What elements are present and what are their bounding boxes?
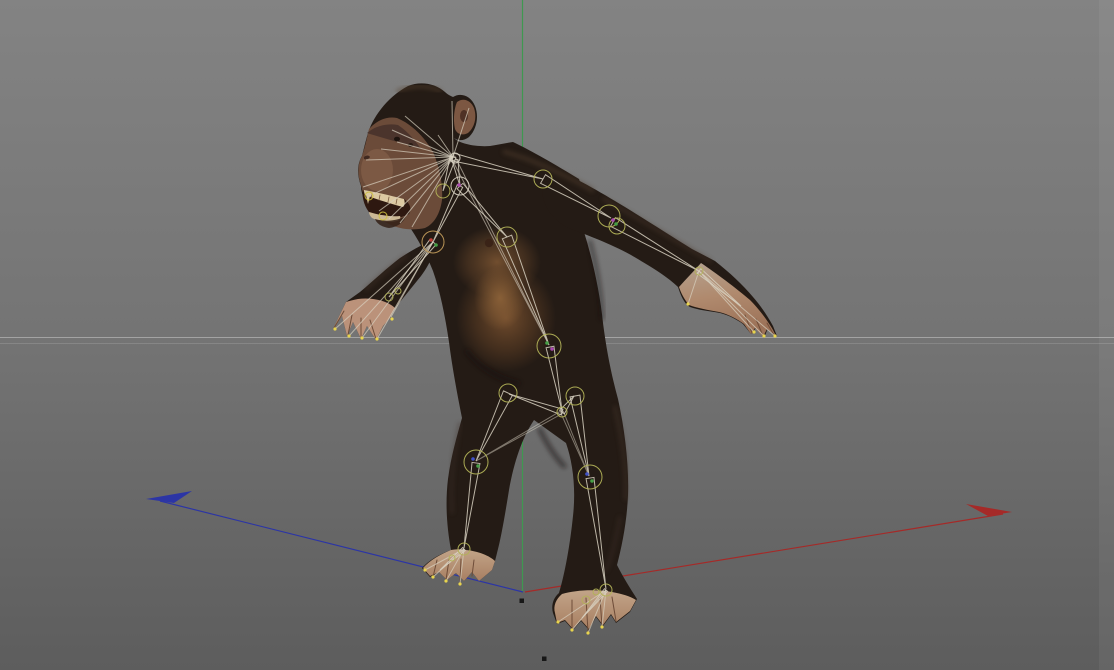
tip-dot [390,317,394,321]
tip-dot [347,334,351,338]
joint-axis-dot [457,183,461,187]
muzzle [361,149,393,191]
tip-dot [444,579,448,583]
tip-dot [752,330,756,334]
x-axis-arrowhead [966,504,1012,516]
tip-dot [360,336,364,340]
pivot-dot[interactable] [519,598,525,604]
joint-axis-dot [429,238,433,242]
right-foot-skin [554,590,636,629]
tip-dot [556,620,560,624]
tip-dot [375,337,379,341]
z-axis-arrowhead [146,491,192,503]
joint-axis-dot [434,243,438,247]
joint-axis-dot [614,222,618,226]
joint-axis-dot [471,457,475,461]
tip-dot [333,327,337,331]
eye-left [394,136,400,142]
tip-dot [686,302,690,306]
tip-dot [431,575,435,579]
tip-dot [423,568,427,572]
tip-dot [773,334,777,338]
joint-axis-dot [476,464,480,468]
tip-dot [570,628,574,632]
tip-dot [600,625,604,629]
joint-axis-dot [611,218,615,222]
joint-axis-dot [590,479,594,483]
tip-dot [762,334,766,338]
scene-svg [0,0,1114,670]
pivot-dot[interactable] [542,656,547,662]
tip-dot [458,582,462,586]
3d-viewport[interactable] [0,0,1114,670]
joint-axis-dot [585,472,589,476]
joint-axis-dot [545,341,549,345]
tip-dot [586,631,590,635]
rig-fan-line [348,241,434,337]
viewport-edge-band [1099,0,1114,670]
joint-axis-dot [550,347,554,351]
nipple [484,238,494,248]
